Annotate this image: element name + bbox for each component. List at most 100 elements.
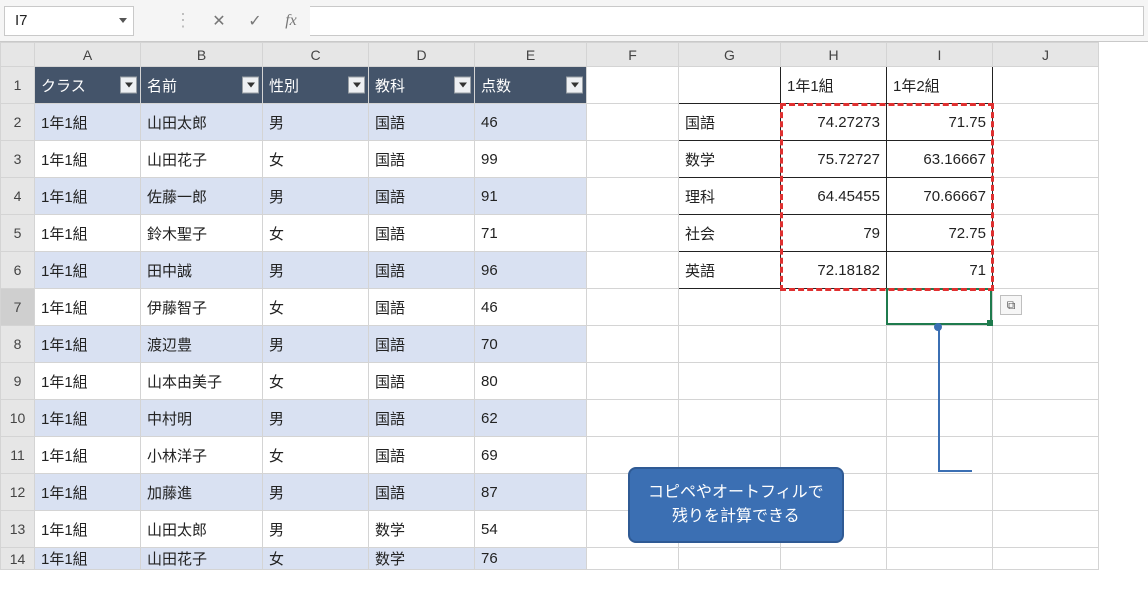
filter-button[interactable] <box>454 77 471 94</box>
row-hdr-4[interactable]: 4 <box>1 178 35 215</box>
row-hdr-13[interactable]: 13 <box>1 511 35 548</box>
col-hdr-I[interactable]: I <box>887 43 993 67</box>
cell[interactable] <box>587 548 679 570</box>
cell[interactable]: 女 <box>263 289 369 326</box>
cell[interactable]: 渡辺豊 <box>141 326 263 363</box>
spreadsheet-grid[interactable]: A B C D E F G H I J 1 クラス 名前 性別 教科 点数 1年… <box>0 42 1148 570</box>
cell[interactable]: 72.75 <box>887 215 993 252</box>
formula-input[interactable] <box>310 6 1144 36</box>
cell[interactable] <box>993 511 1099 548</box>
cell[interactable] <box>679 289 781 326</box>
table-header-score[interactable]: 点数 <box>475 67 587 104</box>
cell[interactable]: 69 <box>475 437 587 474</box>
filter-button[interactable] <box>348 77 365 94</box>
cell[interactable]: 女 <box>263 437 369 474</box>
row-hdr-7[interactable]: 7 <box>1 289 35 326</box>
cell[interactable]: 64.45455 <box>781 178 887 215</box>
cell[interactable] <box>587 141 679 178</box>
cell[interactable]: 1年1組 <box>35 252 141 289</box>
cell[interactable] <box>993 141 1099 178</box>
cell[interactable] <box>781 289 887 326</box>
cell[interactable]: 87 <box>475 474 587 511</box>
cell[interactable]: 1年1組 <box>35 141 141 178</box>
cell[interactable]: 女 <box>263 141 369 178</box>
cell[interactable]: 国語 <box>369 252 475 289</box>
cell[interactable]: 数学 <box>679 141 781 178</box>
cell[interactable]: 62 <box>475 400 587 437</box>
cell[interactable]: 数学 <box>369 548 475 570</box>
cell[interactable] <box>679 363 781 400</box>
cell[interactable] <box>587 252 679 289</box>
cell[interactable]: 1年2組 <box>887 67 993 104</box>
cell[interactable]: 数学 <box>369 511 475 548</box>
row-hdr-3[interactable]: 3 <box>1 141 35 178</box>
cell[interactable]: 男 <box>263 511 369 548</box>
cell[interactable] <box>781 548 887 570</box>
cell[interactable]: 理科 <box>679 178 781 215</box>
cell[interactable]: 伊藤智子 <box>141 289 263 326</box>
cell[interactable] <box>781 326 887 363</box>
row-hdr-5[interactable]: 5 <box>1 215 35 252</box>
cell[interactable]: 男 <box>263 474 369 511</box>
cell[interactable]: 79 <box>781 215 887 252</box>
cell[interactable]: 国語 <box>679 104 781 141</box>
cell[interactable] <box>587 400 679 437</box>
cell[interactable]: 男 <box>263 104 369 141</box>
cell[interactable]: 76 <box>475 548 587 570</box>
cell[interactable]: 国語 <box>369 104 475 141</box>
cell[interactable]: 1年1組 <box>35 400 141 437</box>
cell[interactable] <box>993 215 1099 252</box>
cell[interactable]: 1年1組 <box>35 363 141 400</box>
cell[interactable]: 91 <box>475 178 587 215</box>
cell[interactable]: 96 <box>475 252 587 289</box>
table-header-subject[interactable]: 教科 <box>369 67 475 104</box>
cell[interactable]: 1年1組 <box>35 548 141 570</box>
cell[interactable]: 71.75 <box>887 104 993 141</box>
confirm-formula-button[interactable] <box>246 11 264 31</box>
cell[interactable]: 男 <box>263 252 369 289</box>
cell[interactable] <box>887 511 993 548</box>
cell[interactable]: 46 <box>475 289 587 326</box>
cell[interactable] <box>887 289 993 326</box>
cell[interactable]: 1年1組 <box>35 289 141 326</box>
col-hdr-E[interactable]: E <box>475 43 587 67</box>
cell[interactable] <box>993 474 1099 511</box>
cell[interactable] <box>993 326 1099 363</box>
cell[interactable]: 国語 <box>369 363 475 400</box>
cell[interactable] <box>993 178 1099 215</box>
cell[interactable]: 46 <box>475 104 587 141</box>
col-hdr-A[interactable]: A <box>35 43 141 67</box>
filter-button[interactable] <box>120 77 137 94</box>
col-hdr-H[interactable]: H <box>781 43 887 67</box>
cell[interactable]: 男 <box>263 400 369 437</box>
cell[interactable] <box>587 215 679 252</box>
cell[interactable] <box>887 548 993 570</box>
row-hdr-11[interactable]: 11 <box>1 437 35 474</box>
cancel-formula-button[interactable] <box>210 11 228 31</box>
select-all-corner[interactable] <box>1 43 35 67</box>
cell[interactable]: 加藤進 <box>141 474 263 511</box>
cell[interactable] <box>993 67 1099 104</box>
cell[interactable]: 1年1組 <box>35 474 141 511</box>
cell[interactable] <box>587 104 679 141</box>
table-header-gender[interactable]: 性別 <box>263 67 369 104</box>
cell[interactable]: 田中誠 <box>141 252 263 289</box>
cell[interactable]: 国語 <box>369 437 475 474</box>
cell[interactable] <box>993 548 1099 570</box>
cell[interactable]: 国語 <box>369 178 475 215</box>
table-header-name[interactable]: 名前 <box>141 67 263 104</box>
row-hdr-2[interactable]: 2 <box>1 104 35 141</box>
col-hdr-B[interactable]: B <box>141 43 263 67</box>
row-hdr-10[interactable]: 10 <box>1 400 35 437</box>
cell[interactable] <box>887 474 993 511</box>
cell[interactable]: 男 <box>263 326 369 363</box>
cell[interactable]: 75.72727 <box>781 141 887 178</box>
cell[interactable]: 71 <box>475 215 587 252</box>
cell[interactable]: 国語 <box>369 141 475 178</box>
cell[interactable]: 1年1組 <box>35 511 141 548</box>
cell[interactable]: 99 <box>475 141 587 178</box>
cell[interactable] <box>679 400 781 437</box>
col-hdr-C[interactable]: C <box>263 43 369 67</box>
cell[interactable]: 1年1組 <box>35 437 141 474</box>
name-box[interactable]: I7 <box>4 6 134 36</box>
